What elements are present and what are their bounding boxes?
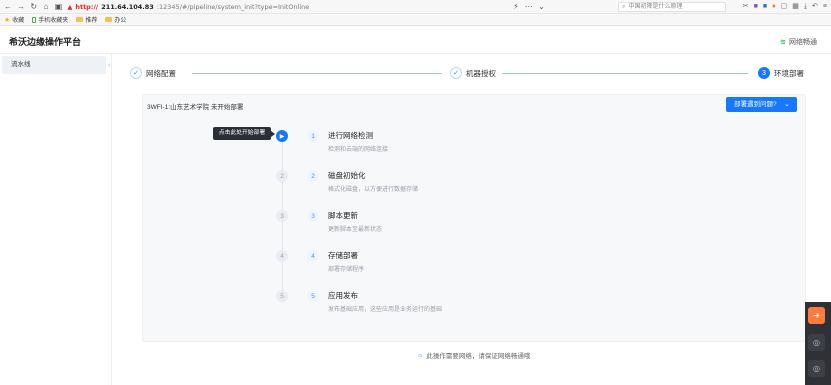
extension-icon[interactable]: ■ (754, 0, 758, 14)
wifi-icon: ≋ (780, 39, 786, 46)
step-machine-auth: ✓ 机器授权 (450, 67, 496, 79)
forward-icon[interactable]: → (17, 0, 25, 14)
shield-icon[interactable]: ▣ (55, 0, 63, 14)
task-number: 3 (307, 210, 319, 222)
network-status-label: 网络畅通 (789, 39, 817, 46)
extension-icon[interactable]: ♦ (772, 0, 776, 14)
step-number: 3 (758, 67, 770, 79)
extension-icon[interactable]: ■ (763, 0, 767, 14)
grid-icon[interactable]: ▦ (792, 0, 799, 14)
folder-icon (76, 17, 84, 22)
window-icon[interactable]: ▢ (781, 0, 788, 14)
task-desc: 格式化磁盘，以方便进行数据存储 (328, 187, 419, 193)
task-desc: 部署存储程序 (328, 267, 365, 273)
search-icon: ⌕ (622, 3, 626, 10)
home-icon[interactable]: ⌂ (42, 0, 49, 14)
bookmark-favorites[interactable]: ★ 收藏 (4, 15, 24, 25)
stepper: ✓ 网络配置 ✓ 机器授权 3 环境部署 (130, 67, 820, 83)
notice-text: 此操作需要网络，请保证网络畅通哦 (426, 353, 531, 360)
task-number: 2 (307, 170, 319, 182)
task-left-number: 4 (276, 250, 288, 262)
url-path: :12345/#/pipeline/system_init?type=InitO… (156, 2, 310, 11)
search-placeholder: 中国初降是什么原理 (628, 3, 683, 10)
step-connector (502, 73, 748, 74)
task-title: 存储部署 (328, 251, 358, 260)
bookmark-office[interactable]: 办公 (105, 15, 126, 24)
app-header: 希沃边缘操作平台 ≋ 网络畅通 (0, 26, 831, 54)
play-icon[interactable]: ▶ (276, 130, 288, 142)
menu-icon[interactable]: ≡ (823, 0, 827, 14)
task-desc: 发布基础应用，这些应用是业务运行的基础 (328, 307, 443, 313)
app-title: 希沃边缘操作平台 (9, 37, 82, 47)
chevron-down-icon: ⌄ (784, 101, 790, 108)
task-title: 磁盘初始化 (328, 171, 366, 180)
app-icon[interactable]: ◎ (808, 360, 825, 377)
check-icon: ✓ (450, 67, 462, 79)
extension-bar: ✂ ■ ■ ♦ ▢ ▦ ⤓ ↶ ≡ (743, 0, 827, 14)
chevron-down-icon[interactable]: ⌄ (538, 0, 545, 14)
refresh-icon[interactable]: ↻ (30, 0, 37, 14)
undo-icon[interactable]: ↶ (812, 0, 818, 14)
browser-toolbar: ← → ↻ ⌂ ▣ ▲ http://211.64.104.83:12345/#… (0, 0, 831, 14)
deploy-issue-button[interactable]: 部署遇到问题? ⌄ (726, 97, 797, 112)
task-desc: 更新脚本至最新状态 (328, 227, 383, 233)
step-label: 机器授权 (466, 68, 496, 78)
url-scheme: http:// (75, 2, 99, 11)
sidebar: 流水线 ‹ (0, 54, 112, 385)
task-disk-init: 2 2 磁盘初始化 格式化磁盘，以方便进行数据存储 (143, 167, 807, 207)
task-desc: 检测和云端的网络连接 (328, 147, 389, 153)
task-storage-deploy: 4 4 存储部署 部署存储程序 (143, 247, 807, 287)
address-bar[interactable]: ▲ http://211.64.104.83:12345/#/pipeline/… (67, 1, 507, 12)
side-dock: ➔ ◎ ◎ (805, 302, 831, 385)
task-title: 应用发布 (328, 291, 358, 300)
more-icon[interactable]: ⋯ (525, 0, 533, 14)
task-app-release: 5 5 应用发布 发布基础应用，这些应用是业务运行的基础 (143, 287, 807, 327)
collapse-icon[interactable]: ‹ (108, 62, 110, 69)
lock-icon: ▲ (67, 2, 73, 11)
step-label: 环境部署 (774, 68, 804, 78)
star-icon: ★ (4, 16, 11, 24)
step-network-config: ✓ 网络配置 (130, 67, 176, 79)
browser-search-input[interactable]: ⌕ 中国初降是什么原理 (618, 1, 726, 12)
task-left-number: 2 (276, 170, 288, 182)
step-env-deploy: 3 环境部署 (758, 67, 804, 79)
task-number: 1 (307, 130, 319, 142)
bookmarks-bar: ★ 收藏 手机收藏夹 推荐 办公 (0, 14, 831, 26)
download-icon[interactable]: ⤓ (804, 0, 807, 14)
bulb-icon: ☼ (417, 351, 424, 359)
task-script-update: 3 3 脚本更新 更新脚本至最新状态 (143, 207, 807, 247)
panel-title: 3WFI-1:山东艺术学院 未开始部署 (147, 104, 244, 111)
issue-button-label: 部署遇到问题? (734, 101, 777, 108)
task-title: 脚本更新 (328, 211, 358, 220)
task-number: 5 (307, 290, 319, 302)
network-status: ≋ 网络畅通 (780, 37, 817, 47)
check-icon: ✓ (130, 67, 142, 79)
lightning-icon[interactable]: ⚡ (512, 0, 519, 14)
scissors-icon[interactable]: ✂ (743, 0, 749, 14)
step-connector (192, 73, 442, 74)
task-left-number: 3 (276, 210, 288, 222)
main-content: ✓ 网络配置 ✓ 机器授权 3 环境部署 3WFI-1:山东艺术学院 未开始部署… (112, 54, 831, 385)
task-left-number: 5 (276, 290, 288, 302)
bookmark-mobile[interactable]: 手机收藏夹 (32, 15, 68, 24)
bookmark-recommend[interactable]: 推荐 (76, 15, 97, 24)
task-title: 进行网络检测 (328, 131, 373, 140)
back-icon[interactable]: ← (4, 0, 12, 14)
step-label: 网络配置 (146, 68, 176, 78)
deploy-panel: 3WFI-1:山东艺术学院 未开始部署 部署遇到问题? ⌄ ▶ 1 进行网络检测… (142, 94, 806, 342)
app-icon[interactable]: ◎ (808, 334, 825, 351)
network-notice: ☼ 此操作需要网络，请保证网络畅通哦 (417, 350, 531, 361)
url-host: 211.64.104.83 (101, 2, 154, 11)
start-deploy-tooltip: 点击此处开始部署 (213, 127, 275, 140)
phone-icon (32, 16, 37, 23)
arrow-right-icon[interactable]: ➔ (808, 307, 825, 324)
sidebar-item-pipeline[interactable]: 流水线 (2, 56, 106, 74)
task-number: 4 (307, 250, 319, 262)
folder-icon (105, 17, 113, 22)
